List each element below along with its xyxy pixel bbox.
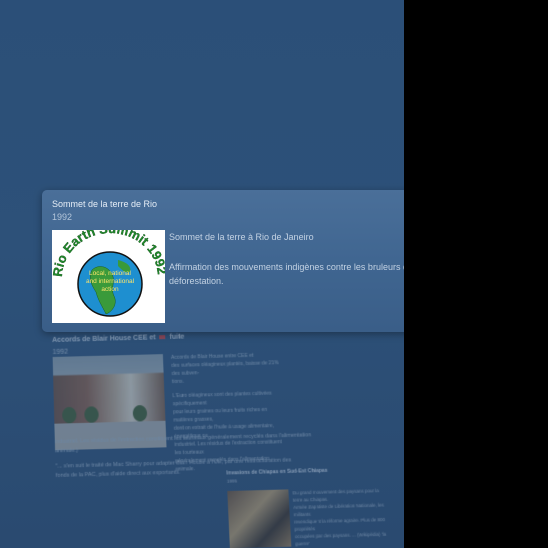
flag-icon <box>160 335 166 339</box>
sub-entry-text: Du grand mouvement des paysans pour la t… <box>292 487 387 548</box>
app-screen: Accords de Blair House CEE et fuite 1992… <box>0 0 404 548</box>
event-card[interactable]: Sommet de la terre de Rio 1992 Rio Earth… <box>42 190 404 332</box>
photo-tree <box>62 407 77 424</box>
background-entry-title[interactable]: Accords de Blair House CEE et fuite <box>52 334 184 344</box>
logo-center-line: and international <box>86 278 135 285</box>
event-title: Sommet de la terre de Rio <box>52 199 157 209</box>
background-sub-entry[interactable]: Invasions de Chiapas en Sud-Est Chiapas … <box>226 466 379 484</box>
logo-center-line: Local, national <box>89 270 131 277</box>
photo-tree <box>133 405 148 422</box>
background-entry-year: 1992 <box>52 349 68 356</box>
text-line: fonds de la PAC, plus d'aide direct aux … <box>56 469 181 482</box>
earth-summit-logo-graphic: Rio Earth Summit 1992 Local, national an… <box>52 230 165 323</box>
text-line: occupées par des paysans. ... (Wikipédia… <box>295 530 388 547</box>
event-year: 1992 <box>52 212 72 222</box>
event-description: Affirmation des mouvements indigènes con… <box>169 260 404 288</box>
event-subtitle: Sommet de la terre à Rio de Janeiro <box>169 232 314 242</box>
background-entry-title-text: Accords de Blair House CEE et <box>52 334 156 344</box>
background-entry-tag: fuite <box>169 334 184 341</box>
background-entry-paragraph-1: Accords de Blair House entre CEE et des … <box>171 351 283 386</box>
photo-tree <box>84 406 99 423</box>
background-timeline-entry: Accords de Blair House CEE et fuite 1992… <box>52 325 365 548</box>
empty-black-panel <box>404 0 548 548</box>
logo-center-line: action <box>101 286 119 293</box>
rio-earth-summit-logo: Rio Earth Summit 1992 Local, national an… <box>52 230 165 323</box>
text-line: animale.) <box>55 447 78 457</box>
chiapas-photo <box>227 489 291 548</box>
